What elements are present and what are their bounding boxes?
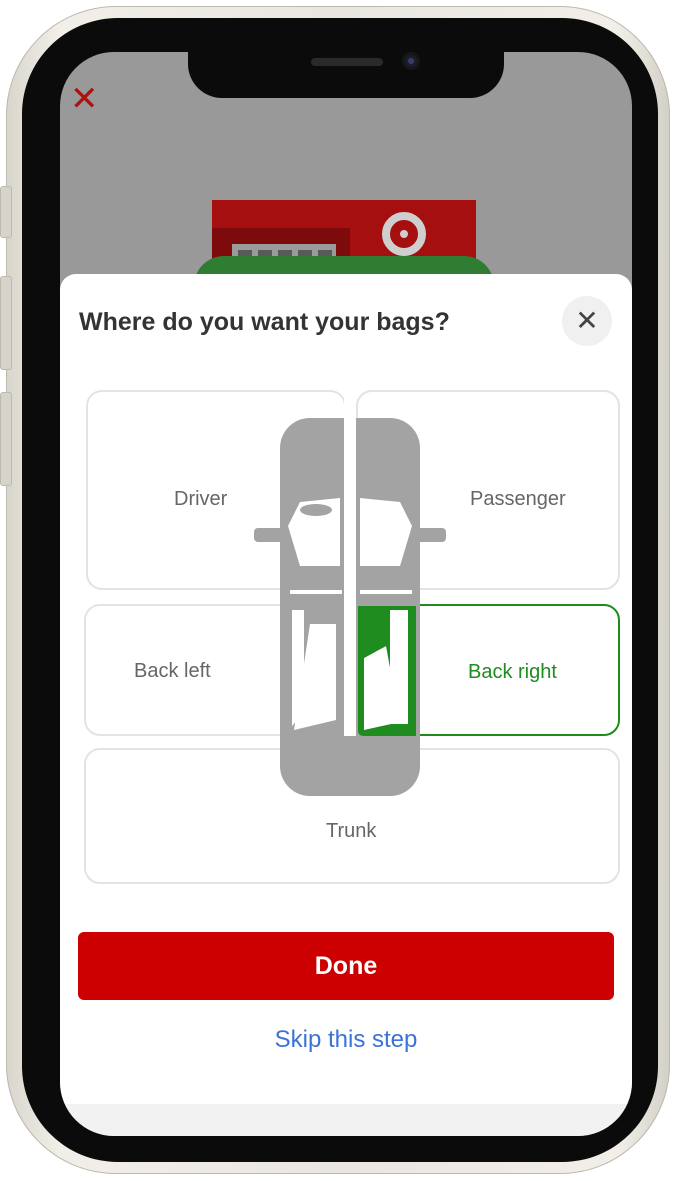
bag-location-sheet: Where do you want your bags? ✕ Driver Pa… (60, 274, 632, 1104)
zone-driver-label: Driver (174, 488, 228, 510)
background-close-icon[interactable]: ✕ (70, 82, 99, 116)
close-button[interactable]: ✕ (562, 296, 612, 346)
zone-back-right[interactable]: Back right (356, 604, 620, 736)
screen: ✕ Where do you want your bags? ✕ Driver … (60, 52, 632, 1136)
notch (188, 40, 504, 98)
zone-passenger[interactable]: Passenger (356, 390, 620, 590)
zone-trunk-label: Trunk (326, 820, 377, 842)
camera-icon (402, 52, 420, 70)
zone-back-left-label: Back left (134, 660, 211, 682)
home-indicator-area (60, 1104, 632, 1136)
zone-driver[interactable]: Driver (86, 390, 346, 590)
close-icon: ✕ (575, 305, 599, 336)
zone-back-left[interactable]: Back left (84, 604, 346, 736)
target-logo-icon (382, 212, 426, 256)
speaker (311, 58, 383, 66)
zone-back-right-label: Back right (468, 661, 557, 683)
silent-switch (0, 186, 12, 238)
sheet-title: Where do you want your bags? (79, 308, 450, 336)
zone-trunk[interactable]: Trunk (84, 748, 620, 884)
zone-passenger-label: Passenger (470, 488, 566, 510)
skip-step-link[interactable]: Skip this step (60, 1026, 632, 1054)
volume-down-button (0, 392, 12, 486)
volume-up-button (0, 276, 12, 370)
done-button[interactable]: Done (78, 932, 614, 1000)
